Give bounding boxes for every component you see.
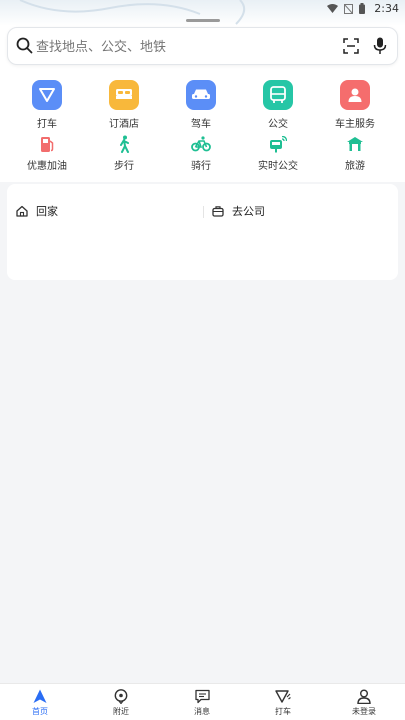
home-label: 回家 — [36, 205, 58, 218]
taxi-icon — [32, 80, 62, 110]
scan-icon[interactable] — [343, 38, 359, 54]
message-icon — [172, 688, 232, 704]
location-pin-icon — [91, 688, 151, 704]
navigation-arrow-icon — [10, 688, 70, 704]
service-drive[interactable]: 驾车 — [171, 80, 231, 130]
service-car-owner[interactable]: 车主服务 — [325, 80, 385, 130]
travel-pavilion-icon — [320, 135, 390, 153]
service-bus[interactable]: 公交 — [248, 80, 308, 130]
service-label: 步行 — [114, 161, 134, 172]
secondary-services: 优惠加油 步行 骑行 实时公交 旅游 — [0, 135, 405, 175]
service-label: 旅游 — [345, 161, 365, 172]
service-label: 打车 — [37, 119, 57, 130]
fuel-pump-icon — [12, 135, 82, 153]
car-icon — [186, 80, 216, 110]
search-icon — [16, 37, 33, 54]
service-hotel[interactable]: 订酒店 — [94, 80, 154, 130]
service-walk[interactable]: 步行 — [89, 135, 159, 172]
service-label: 公交 — [268, 119, 288, 130]
tab-profile[interactable]: 未登录 — [334, 688, 394, 717]
service-travel[interactable]: 旅游 — [320, 135, 390, 172]
no-sim-icon — [344, 3, 353, 14]
top-panel: 2:34 打车 订酒店 — [0, 0, 405, 182]
service-label: 实时公交 — [258, 161, 298, 172]
hotel-bed-icon — [109, 80, 139, 110]
user-icon — [334, 688, 394, 704]
bottom-navigation: 首页 附近 消息 打车 未登录 — [0, 683, 405, 720]
search-bar[interactable] — [7, 27, 398, 65]
service-taxi[interactable]: 打车 — [17, 80, 77, 130]
tab-label: 消息 — [194, 707, 210, 716]
battery-icon — [359, 3, 365, 14]
work-label: 去公司 — [232, 205, 265, 218]
service-label: 车主服务 — [335, 119, 375, 130]
go-work-shortcut[interactable]: 去公司 — [212, 203, 265, 219]
status-bar: 2:34 — [0, 0, 405, 18]
walk-icon — [89, 135, 159, 153]
car-owner-icon — [340, 80, 370, 110]
bus-icon — [263, 80, 293, 110]
tab-home[interactable]: 首页 — [10, 688, 70, 717]
wifi-icon — [327, 4, 338, 13]
home-icon — [16, 205, 28, 217]
realtime-bus-icon — [243, 135, 313, 153]
service-fuel[interactable]: 优惠加油 — [12, 135, 82, 172]
tab-messages[interactable]: 消息 — [172, 688, 232, 717]
briefcase-icon — [212, 206, 224, 217]
tab-taxi[interactable]: 打车 — [253, 688, 313, 717]
service-label: 优惠加油 — [27, 161, 67, 172]
mic-icon[interactable] — [373, 37, 387, 55]
service-cycle[interactable]: 骑行 — [166, 135, 236, 172]
shortcut-divider — [203, 206, 204, 218]
quick-destinations-card: 回家 去公司 — [7, 184, 398, 280]
search-input[interactable] — [36, 37, 326, 57]
service-label: 订酒店 — [109, 119, 139, 130]
service-realtime-bus[interactable]: 实时公交 — [243, 135, 313, 172]
go-home-shortcut[interactable]: 回家 — [16, 203, 58, 219]
service-label: 驾车 — [191, 119, 211, 130]
tab-label: 附近 — [113, 707, 129, 716]
tab-nearby[interactable]: 附近 — [91, 688, 151, 717]
bicycle-icon — [166, 135, 236, 153]
primary-services: 打车 订酒店 驾车 公交 车主服务 — [0, 80, 405, 130]
drag-handle[interactable] — [186, 19, 220, 22]
tab-label: 未登录 — [352, 707, 376, 716]
service-label: 骑行 — [191, 161, 211, 172]
taxi-icon — [253, 688, 313, 704]
status-time: 2:34 — [374, 2, 399, 15]
tab-label: 首页 — [32, 707, 48, 716]
tab-label: 打车 — [275, 707, 291, 716]
